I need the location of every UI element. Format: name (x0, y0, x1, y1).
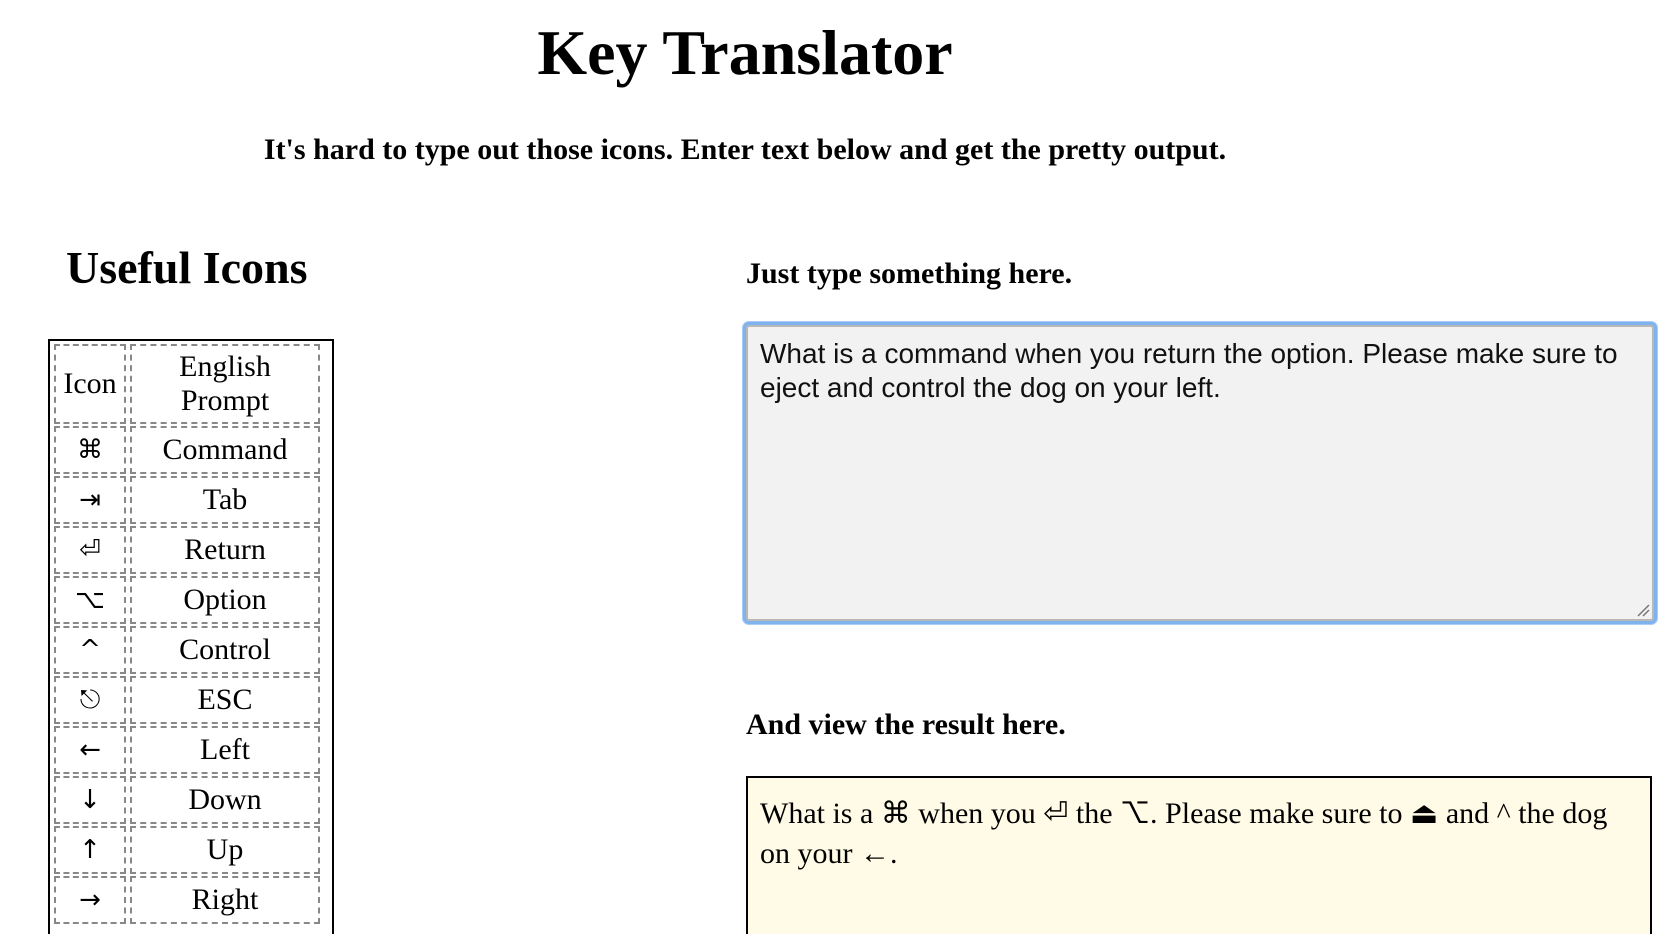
table-row: ⏎ Return (54, 526, 320, 574)
option-key-icon: ⌥ (54, 576, 126, 624)
text-input[interactable]: What is a command when you return the op… (743, 322, 1657, 624)
english-prompt-cell: ESC (130, 676, 320, 724)
output-label: And view the result here. (746, 708, 1066, 741)
page-title: Key Translator (537, 17, 953, 88)
control-key-icon: ^ (54, 626, 126, 674)
english-prompt-cell: Up (130, 826, 320, 874)
table-row: ↑ Up (54, 826, 320, 874)
icons-table: Icon English Prompt ⌘ Command ⇥ Tab ⏎ Return ⌥… (48, 339, 334, 934)
down-key-icon: ↓ (54, 776, 126, 824)
right-key-icon: → (54, 876, 126, 924)
up-key-icon: ↑ (54, 826, 126, 874)
english-prompt-cell: Control (130, 626, 320, 674)
english-prompt-cell: Command (130, 426, 320, 474)
table-row: ^ Control (54, 626, 320, 674)
table-row: → Right (54, 876, 320, 924)
table-row: ⎋ ESC (54, 676, 320, 724)
table-row: ↓ Down (54, 776, 320, 824)
tab-key-icon: ⇥ (54, 476, 126, 524)
command-key-icon: ⌘ (54, 426, 126, 474)
resize-handle-icon[interactable] (1636, 603, 1650, 617)
return-key-icon: ⏎ (54, 526, 126, 574)
left-key-icon: ← (54, 726, 126, 774)
english-prompt-cell: Left (130, 726, 320, 774)
useful-icons-heading: Useful Icons (66, 242, 308, 293)
english-prompt-cell: Right (130, 876, 320, 924)
icons-table-grid: Icon English Prompt ⌘ Command ⇥ Tab ⏎ Return ⌥… (50, 342, 324, 926)
input-label: Just type something here. (746, 257, 1073, 290)
output-result: What is a ⌘ when you ⏎ the ⌥. Please mak… (746, 776, 1652, 934)
table-row: ⌘ Command (54, 426, 320, 474)
table-row: ⌥ Option (54, 576, 320, 624)
english-prompt-cell: Option (130, 576, 320, 624)
english-prompt-cell: Return (130, 526, 320, 574)
english-prompt-cell: Tab (130, 476, 320, 524)
icons-table-header-row: Icon English Prompt (54, 344, 320, 424)
page: Key Translator It's hard to type out tho… (0, 0, 1660, 934)
table-row: ⇥ Tab (54, 476, 320, 524)
esc-key-icon: ⎋ (54, 676, 126, 724)
english-prompt-cell: Down (130, 776, 320, 824)
column-header-english-prompt: English Prompt (130, 344, 320, 424)
table-row: ← Left (54, 726, 320, 774)
column-header-icon: Icon (54, 344, 126, 424)
page-subtitle: It's hard to type out those icons. Enter… (263, 133, 1227, 166)
